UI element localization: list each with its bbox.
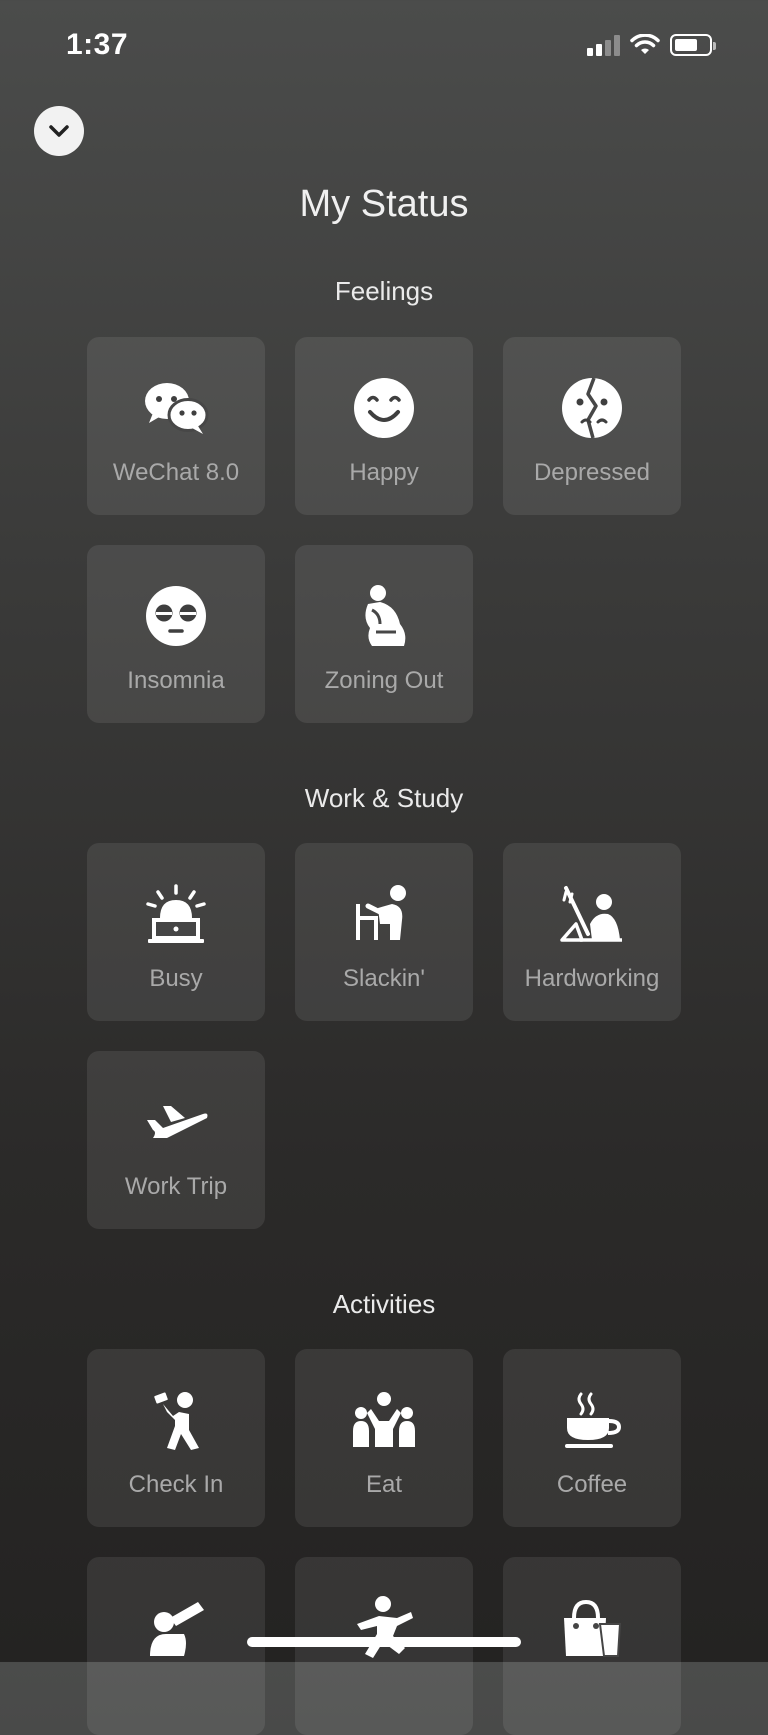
hardworking-desk-icon xyxy=(557,879,627,949)
status-tile-eat[interactable]: Eat xyxy=(295,1349,473,1527)
status-tile-drinking[interactable] xyxy=(87,1557,265,1735)
status-tile-zoning-out[interactable]: Zoning Out xyxy=(295,545,473,723)
shopping-bag-icon xyxy=(557,1593,627,1663)
status-icons xyxy=(587,34,716,56)
thinker-icon xyxy=(349,581,419,651)
home-indicator[interactable] xyxy=(247,1637,521,1647)
coffee-cup-icon xyxy=(557,1385,627,1455)
status-tile-busy[interactable]: Busy xyxy=(87,843,265,1021)
status-tile-wechat[interactable]: WeChat 8.0 xyxy=(87,337,265,515)
slacking-desk-icon xyxy=(349,879,419,949)
section-title-activities: Activities xyxy=(332,1289,436,1319)
collapse-button[interactable] xyxy=(34,106,84,156)
status-tile-coffee[interactable]: Coffee xyxy=(503,1349,681,1527)
airplane-icon xyxy=(141,1087,211,1157)
alarm-laptop-icon xyxy=(141,879,211,949)
status-tile-work-trip[interactable]: Work Trip xyxy=(87,1051,265,1229)
running-icon xyxy=(349,1593,419,1663)
cellular-signal-icon xyxy=(587,34,620,56)
cracked-face-icon xyxy=(557,373,627,443)
section-title-feelings: Feelings xyxy=(334,276,434,306)
wechat-icon xyxy=(141,373,211,443)
status-tile-check-in[interactable]: Check In xyxy=(87,1349,265,1527)
status-time: 1:37 xyxy=(66,28,129,61)
wifi-icon xyxy=(630,34,660,54)
chevron-down-icon xyxy=(49,125,69,137)
status-bar: 1:37 xyxy=(0,0,768,92)
tired-face-icon xyxy=(141,581,211,651)
status-tile-hardworking[interactable]: Hardworking xyxy=(503,843,681,1021)
selfie-person-icon xyxy=(141,1385,211,1455)
smiley-icon xyxy=(349,373,419,443)
status-tile-insomnia[interactable]: Insomnia xyxy=(87,545,265,723)
page-title: My Status xyxy=(299,183,469,225)
status-tile-depressed[interactable]: Depressed xyxy=(503,337,681,515)
status-tile-shopping[interactable] xyxy=(503,1557,681,1735)
status-tile-slackin[interactable]: Slackin' xyxy=(295,843,473,1021)
drinking-icon xyxy=(141,1593,211,1663)
section-title-work-study: Work & Study xyxy=(304,783,464,813)
group-eating-icon xyxy=(349,1385,419,1455)
status-tile-happy[interactable]: Happy xyxy=(295,337,473,515)
battery-icon xyxy=(670,34,716,56)
